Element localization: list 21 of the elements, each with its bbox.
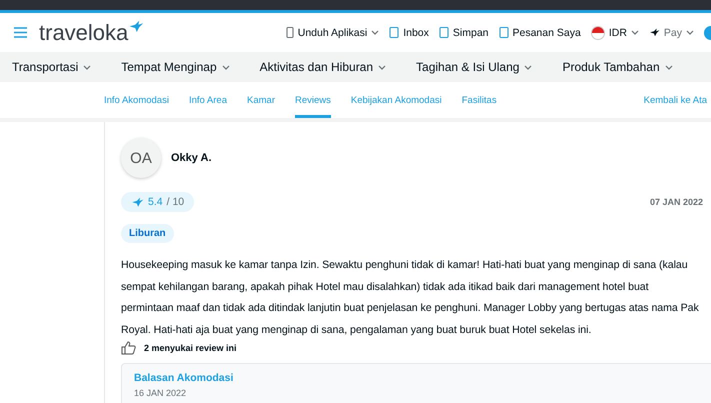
header-link[interactable]: Pay (648, 26, 694, 38)
category-menu[interactable]: Transportasi (12, 60, 92, 74)
category-menu[interactable]: Aktivitas dan Hiburan (260, 60, 386, 74)
score-badge: 5.4 / 10 (121, 192, 194, 212)
header-link[interactable]: Pesanan Saya (498, 26, 581, 38)
review-text: Housekeeping masuk ke kamar tanpa Izin. Sewaktu penghuni tidak di kamar! Hati-hati buat yang menginap di sana (kalau sempat kehilangan barang, apakah pihak Hotel mau disalahkan) tidak ada itikad baik dari management hotel buat permintaan maaf dan tidak ada ditindak lanjutin buat penjelasan ke penghuni. Manager Lobby yang bertugas atas nama Pak Royal. Hati-hati aja buat yang menginap di sana, pengalaman yang buat buruk buat Hotel sekelas ini. (121, 258, 700, 338)
header-link[interactable]: Inbox (389, 26, 429, 38)
category-menu[interactable]: Tagihan & Isi Ulang (416, 60, 532, 74)
header-link[interactable]: Simpan (438, 26, 488, 38)
avatar: OA (121, 138, 161, 178)
review-date: 07 JAN 2022 (650, 197, 703, 207)
header-link[interactable]: IDR (590, 26, 639, 40)
likes-count: 2 menyukai review ini (144, 343, 237, 353)
category-menu[interactable]: Tempat Menginap (121, 60, 230, 74)
category-menu[interactable]: Produk Tambahan (562, 60, 673, 74)
logo[interactable]: traveloka (39, 20, 144, 46)
trip-tag: Liburan (121, 224, 174, 243)
reviewer-name: Okky A. (171, 152, 212, 164)
header-link[interactable]: Unduh Aplikasi (286, 26, 380, 38)
reply-title: Balasan Akomodasi (134, 372, 234, 384)
reply-date: 16 JAN 2022 (134, 388, 188, 398)
